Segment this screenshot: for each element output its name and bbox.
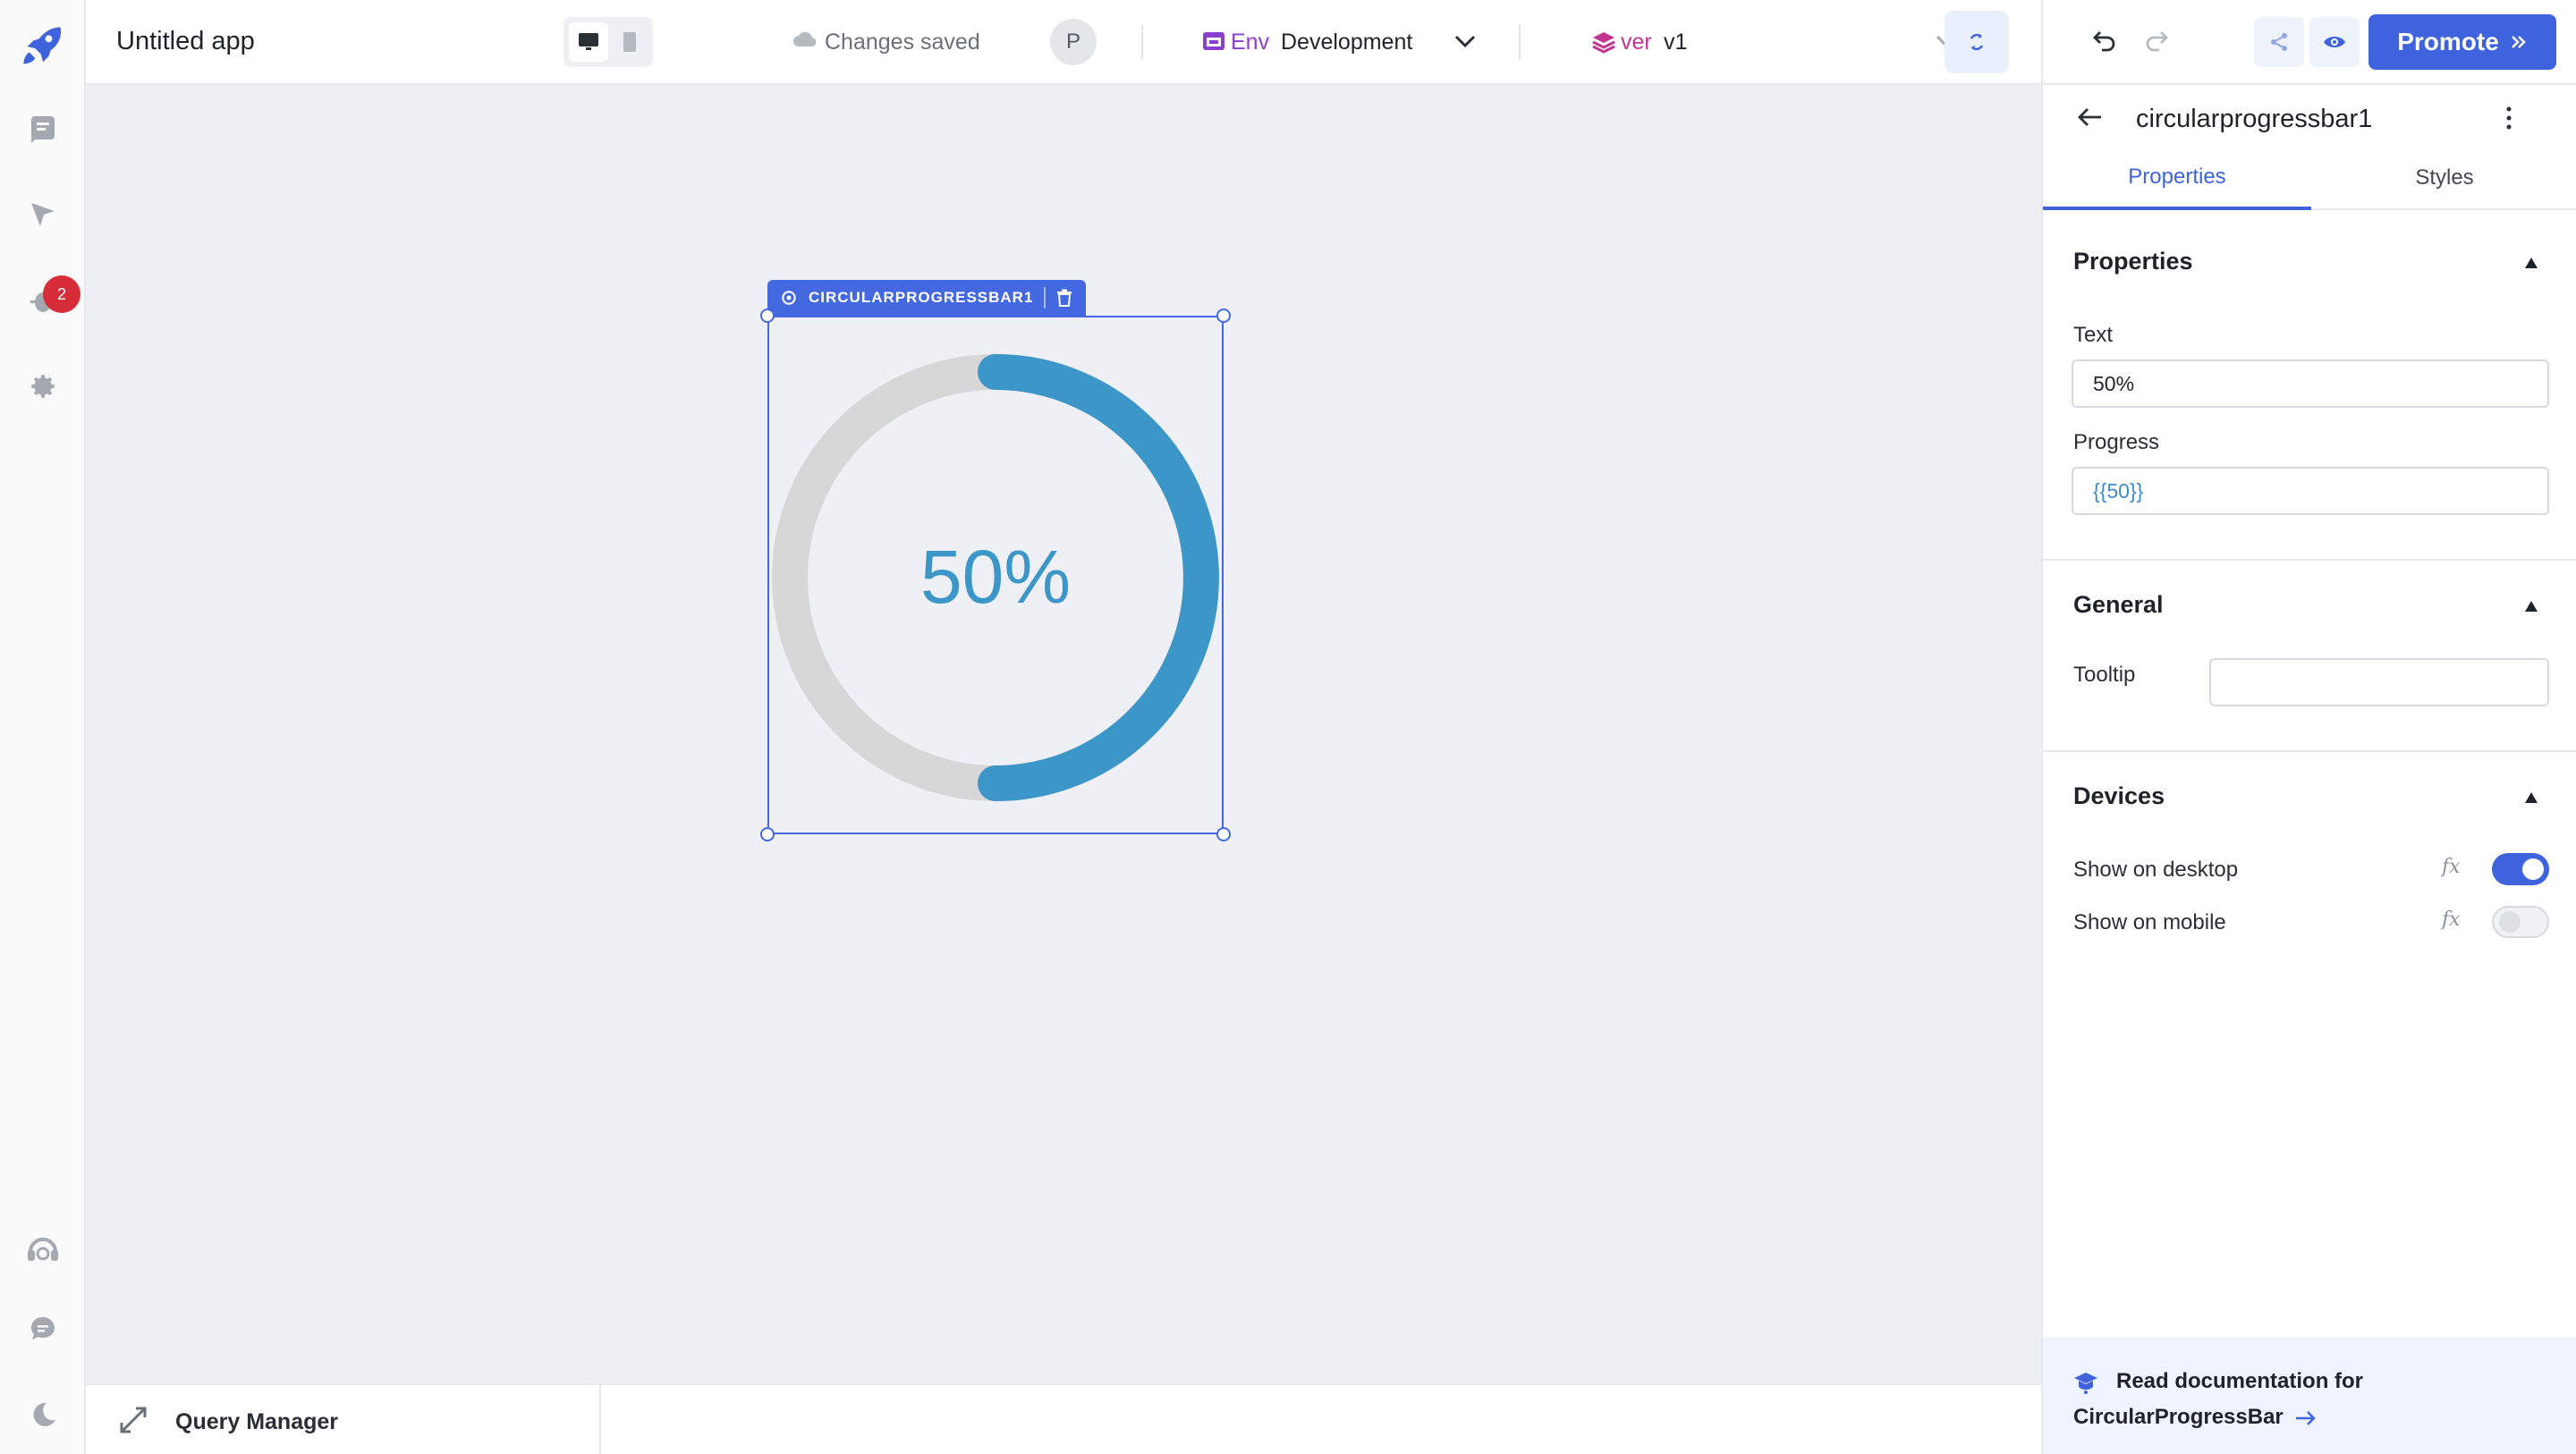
caret-up-icon[interactable]: [2524, 257, 2538, 274]
section-title-properties[interactable]: Properties: [2073, 248, 2193, 275]
arrow-right-icon: [2296, 1410, 2317, 1425]
sync-icon[interactable]: [1945, 11, 2009, 73]
top-bar: Untitled app Changes saved P Env Develop…: [86, 0, 2041, 85]
cloud-saved-icon: [792, 30, 817, 53]
component-name[interactable]: circularprogressbar1: [2136, 105, 2372, 134]
fx-toggle[interactable]: fx: [2442, 909, 2461, 931]
tab-properties[interactable]: Properties: [2043, 148, 2311, 210]
resize-handle[interactable]: [760, 309, 775, 323]
device-toggle: [564, 17, 653, 67]
mobile-view-icon[interactable]: [610, 22, 649, 62]
widget-tag[interactable]: CIRCULARPROGRESSBAR1: [767, 280, 1086, 316]
show-on-desktop-toggle[interactable]: [2492, 853, 2549, 885]
caret-up-icon[interactable]: [2524, 791, 2538, 808]
settings-gear-icon[interactable]: [780, 289, 798, 307]
promote-button[interactable]: Promote: [2368, 14, 2556, 70]
resize-handle[interactable]: [1216, 827, 1231, 841]
text-field-label: Text: [2073, 323, 2114, 347]
resize-handle[interactable]: [1216, 309, 1231, 323]
divider: [2043, 559, 2576, 561]
documentation-link[interactable]: Read documentation for CircularProgressB…: [2043, 1337, 2576, 1454]
chat-bubble-icon[interactable]: [25, 1311, 61, 1347]
share-icon[interactable]: [2254, 17, 2304, 67]
docs-link-line2[interactable]: CircularProgressBar: [2073, 1405, 2318, 1430]
left-sidebar: 2: [0, 0, 86, 1454]
support-headset-icon[interactable]: [25, 1232, 61, 1268]
settings-gear-icon[interactable]: [25, 368, 61, 404]
redo-icon[interactable]: [2143, 27, 2170, 58]
divider: [1519, 25, 1521, 59]
desktop-view-icon[interactable]: [569, 22, 608, 62]
docs-component-name: CircularProgressBar: [2073, 1405, 2284, 1429]
toggle-knob: [2522, 858, 2544, 880]
properties-panel: circularprogressbar1 Properties Styles P…: [2041, 85, 2576, 1454]
progress-field-label: Progress: [2073, 430, 2160, 454]
caret-up-icon[interactable]: [2524, 600, 2538, 617]
fx-toggle[interactable]: fx: [2442, 856, 2461, 878]
inspector-icon[interactable]: [25, 197, 61, 232]
notification-badge: 2: [43, 275, 80, 313]
promote-label: Promote: [2397, 28, 2499, 55]
expand-arrows-icon[interactable]: [118, 1405, 148, 1440]
tooltip-field-label: Tooltip: [2073, 663, 2136, 687]
undo-icon[interactable]: [2091, 27, 2118, 58]
rocket-logo-icon[interactable]: [18, 21, 68, 72]
resize-handle[interactable]: [760, 827, 775, 841]
pages-icon[interactable]: [25, 111, 61, 147]
show-on-mobile-label: Show on mobile: [2073, 910, 2226, 934]
tab-styles[interactable]: Styles: [2311, 148, 2576, 210]
text-input[interactable]: [2072, 359, 2549, 408]
env-value[interactable]: Development: [1281, 30, 1412, 55]
toggle-knob: [2499, 911, 2521, 933]
section-title-general[interactable]: General: [2073, 591, 2164, 619]
divider: [1044, 287, 1046, 309]
environment-icon: [1202, 30, 1225, 56]
dark-mode-moon-icon[interactable]: [25, 1397, 61, 1433]
editor-canvas[interactable]: CIRCULARPROGRESSBAR1 50%: [86, 85, 2041, 1383]
query-manager-label[interactable]: Query Manager: [175, 1409, 338, 1435]
show-on-mobile-toggle[interactable]: [2492, 906, 2549, 938]
more-options-icon[interactable]: [2504, 105, 2513, 136]
trash-icon[interactable]: [1056, 289, 1072, 307]
divider: [599, 1385, 601, 1454]
graduation-cap-icon: [2073, 1371, 2098, 1399]
divider: [1141, 25, 1143, 59]
double-chevron-right-icon: [2511, 36, 2526, 48]
top-bar-actions: Promote: [2041, 0, 2576, 85]
widget-tag-label: CIRCULARPROGRESSBAR1: [809, 289, 1034, 306]
version-label: ver: [1621, 30, 1652, 55]
version-value[interactable]: v1: [1664, 30, 1687, 55]
tooltip-input[interactable]: [2209, 658, 2549, 706]
app-title[interactable]: Untitled app: [116, 27, 255, 56]
progress-input[interactable]: [2072, 467, 2549, 515]
selection-frame: [767, 316, 1224, 834]
version-layers-icon: [1592, 30, 1615, 58]
back-arrow-icon[interactable]: [2077, 106, 2104, 132]
divider: [2043, 750, 2576, 752]
save-status: Changes saved: [825, 30, 980, 55]
docs-link-line1[interactable]: Read documentation for: [2116, 1369, 2363, 1394]
user-avatar[interactable]: P: [1050, 19, 1097, 65]
preview-eye-icon[interactable]: [2309, 17, 2360, 67]
show-on-desktop-label: Show on desktop: [2073, 858, 2239, 882]
env-label: Env: [1231, 30, 1270, 55]
chevron-down-icon[interactable]: [1453, 32, 1478, 55]
query-manager-bar: Query Manager: [86, 1383, 2041, 1454]
section-title-devices[interactable]: Devices: [2073, 782, 2165, 810]
